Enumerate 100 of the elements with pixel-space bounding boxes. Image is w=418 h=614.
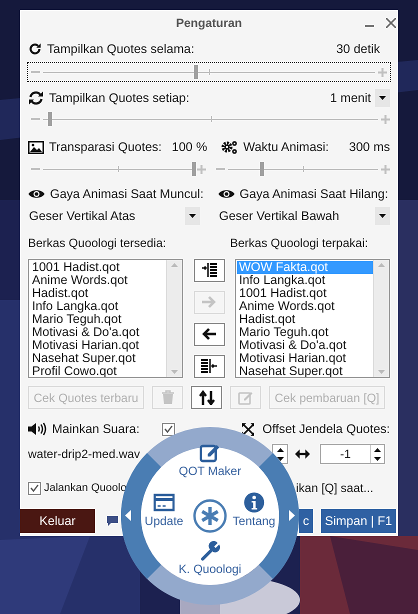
exit-button[interactable]: Keluar [20,509,95,533]
setting-value: 100 % [172,138,208,156]
slider-track[interactable] [43,161,194,177]
window-title: Pengaturan [176,15,242,32]
spin-up-icon[interactable] [374,448,381,452]
expand-arrows-icon [242,422,254,436]
checkbox-label: Jalankan Quoolo [44,480,127,496]
slider-thumb[interactable] [192,162,196,176]
caret-icon [189,214,196,218]
info-icon [244,492,264,513]
spinner-field[interactable]: -1 [320,444,385,464]
card-icon [154,492,174,513]
slider-thumb[interactable] [260,162,264,176]
list-item[interactable]: Mario Teguh.qot [30,313,166,326]
eye-icon [218,188,235,200]
list-item[interactable]: Motivasi & Do'a.qot [30,326,166,339]
minus-icon [31,71,40,73]
sound-file-name: water-drip2-med.wav [28,446,140,463]
checkbox-label: ikan [Q] saat... [296,480,374,497]
checkbox[interactable] [28,482,41,494]
radial-menu-item[interactable]: Update [144,492,184,528]
plus-icon [378,68,387,76]
slider-thumb[interactable] [194,65,198,79]
list-item[interactable]: Hadist.qot [237,313,373,326]
scroll-down-icon[interactable] [171,370,178,374]
dropdown-button[interactable] [375,89,390,107]
list-item[interactable]: 1001 Hadist.qot [30,261,166,274]
setting-label: Offset Jendela Quotes: [262,420,390,438]
spin-up-icon[interactable] [276,448,284,452]
list-item[interactable]: Motivasi Harian.qot [30,339,166,352]
dropdown[interactable]: Geser Vertikal Atas [28,207,200,225]
setting-label: Waktu Animasi: [243,138,329,156]
speaker-icon [28,422,47,436]
plus-icon [196,164,206,174]
close-icon[interactable] [386,18,396,28]
edit-icon [238,390,254,405]
setting-label: Tampilkan Quotes selama: [47,40,194,58]
list-item[interactable]: Mario Teguh.qot [237,326,373,339]
plus-icon [381,164,390,174]
list-item[interactable]: Info Langka.qot [237,274,373,287]
list-item[interactable]: Motivasi & Do'a.qot [237,339,373,352]
footer-button[interactable]: Simpan | F1 [321,509,396,533]
spin-down-icon[interactable] [276,456,284,460]
setting-value: 30 detik [336,40,380,58]
dropdown[interactable]: Geser Vertikal Bawah [218,207,390,225]
left-triangle-icon[interactable] [125,510,131,521]
spin-down-icon[interactable] [374,456,381,460]
list-item[interactable]: Anime Words.qot [30,274,166,287]
scrollbar[interactable] [373,260,389,377]
add-all-button[interactable] [194,259,224,282]
setting-value: 1 menit [330,90,371,107]
list-label: Berkas Quoologi tersedia: [28,235,168,251]
gears-icon [221,140,238,154]
chat-icon [106,515,119,527]
remove-all-icon [201,359,217,374]
radial-menu-item[interactable]: K. Quoologi [178,540,242,576]
list-item[interactable]: 1001 Hadist.qot [237,287,373,300]
minus-icon [31,168,40,170]
list-item[interactable]: Info Langka.qot [30,300,166,313]
list-item[interactable]: Motivasi Harian.qot [237,352,373,365]
horizontal-arrows-icon [295,449,310,459]
setting-value: 300 ms [349,138,390,156]
eye-icon [28,188,45,200]
right-triangle-icon[interactable] [289,510,295,521]
trash-icon [160,390,176,405]
scroll-down-icon[interactable] [378,370,385,374]
list-item[interactable]: Nasehat Super.qot [30,352,166,365]
minus-icon [31,118,40,120]
add-all-icon [201,263,217,278]
slider-track[interactable] [43,64,375,80]
left-arrow-icon [201,327,217,342]
radial-menu-item[interactable]: Tentang [232,492,276,528]
left-arrow-button[interactable] [194,323,224,346]
asterisk-button[interactable] [193,499,227,533]
wrench-icon [200,540,220,561]
slider-track[interactable] [228,161,378,177]
list-item[interactable]: Hadist.qot [30,287,166,300]
slider-thumb[interactable] [48,112,52,126]
swap-arrows-button[interactable] [191,386,222,409]
slider-track[interactable] [43,111,378,127]
scroll-up-icon[interactable] [171,263,178,267]
list-label: Berkas Quoologi terpakai: [230,235,368,251]
caret-icon [379,214,386,218]
scroll-up-icon[interactable] [378,263,385,267]
footer-button[interactable]: c [299,509,313,533]
plus-icon [381,114,390,124]
refresh-icon [28,42,42,56]
remove-all-button[interactable] [194,355,224,378]
minus-icon [216,168,224,170]
radial-menu-item[interactable]: QOT Maker [178,442,242,478]
edit-icon [200,442,220,463]
setting-label: Gaya Animasi Saat Muncul: [50,186,204,203]
setting-label: Tampilkan Quotes setiap: [49,90,190,107]
scrollbar[interactable] [166,260,182,377]
right-arrow-icon [201,295,217,310]
setting-label: Mainkan Suara: [52,420,140,438]
image-icon [28,140,44,154]
caret-icon [379,96,386,100]
checkbox[interactable] [162,422,176,436]
list-item[interactable]: Anime Words.qot [237,300,373,313]
